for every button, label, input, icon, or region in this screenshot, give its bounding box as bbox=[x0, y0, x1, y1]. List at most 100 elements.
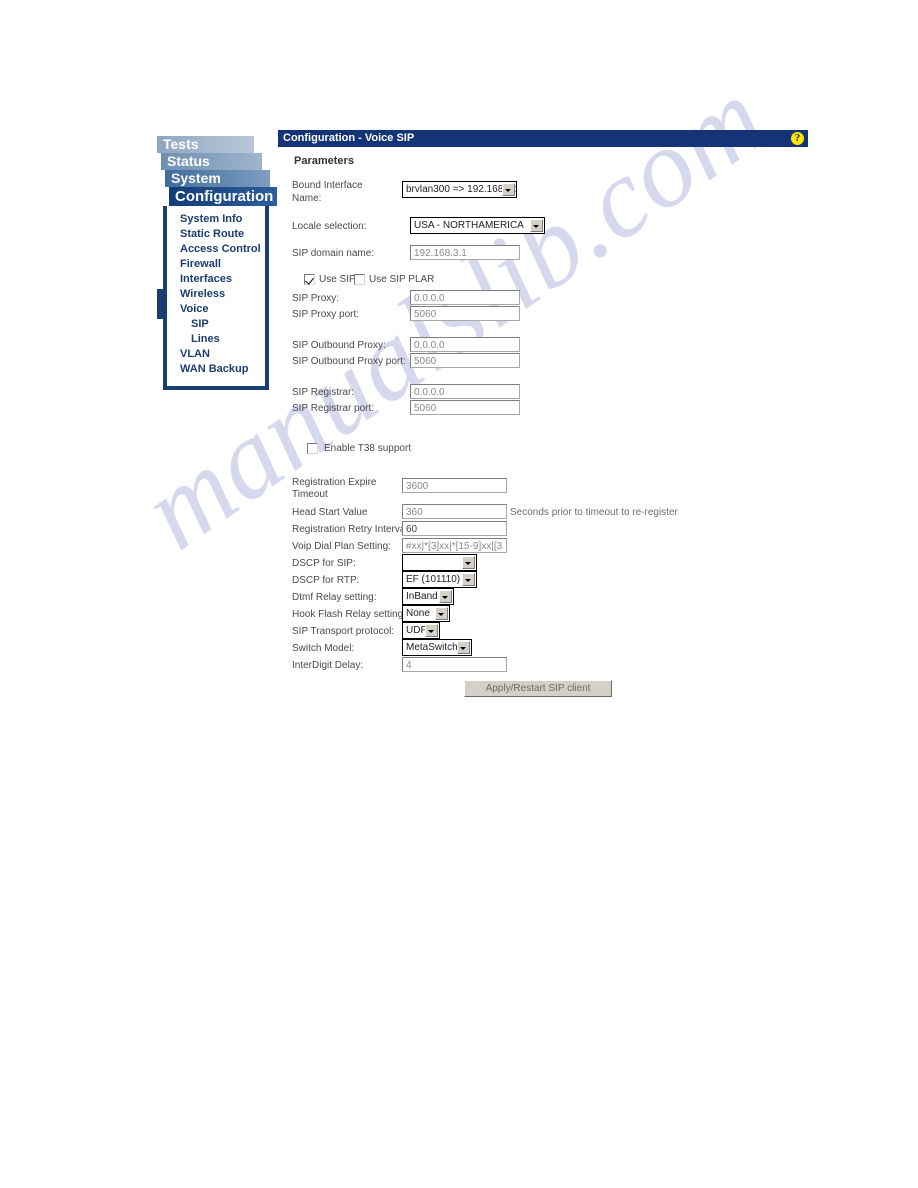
dtmf-relay-select[interactable]: InBand bbox=[402, 588, 454, 605]
interdigit-delay-label: InterDigit Delay: bbox=[292, 660, 364, 671]
sidebar-item-voice[interactable]: Voice bbox=[167, 302, 265, 317]
hook-flash-value: None bbox=[406, 608, 430, 619]
switch-model-select[interactable]: MetaSwitch bbox=[402, 639, 472, 656]
use-sip-plar-checkbox[interactable] bbox=[354, 274, 365, 285]
row-dscp-sip: DSCP for SIP: bbox=[292, 554, 808, 572]
dscp-sip-label: DSCP for SIP: bbox=[292, 558, 356, 569]
sidebar-item-wireless[interactable]: Wireless bbox=[167, 287, 265, 302]
row-sip-registrar-port: SIP Registrar port: 5060 bbox=[292, 400, 808, 416]
sidebar-item-sip[interactable]: SIP bbox=[167, 317, 265, 332]
sidebar-item-system-info[interactable]: System Info bbox=[167, 212, 265, 227]
sip-outbound-proxy-port-label: SIP Outbound Proxy port: bbox=[292, 356, 406, 367]
sip-registrar-port-label: SIP Registrar port: bbox=[292, 403, 375, 414]
sip-registrar-input[interactable]: 0.0.0.0 bbox=[410, 384, 520, 399]
chevron-down-icon[interactable] bbox=[502, 183, 515, 196]
row-sip-outbound-proxy: SIP Outbound Proxy: 0.0.0.0 bbox=[292, 337, 808, 353]
sidebar-item-interfaces[interactable]: Interfaces bbox=[167, 272, 265, 287]
sip-outbound-proxy-port-input[interactable]: 5060 bbox=[410, 353, 520, 368]
row-switch-model: Switch Model: MetaSwitch bbox=[292, 639, 808, 657]
use-sip-checkbox[interactable] bbox=[304, 274, 315, 285]
locale-select[interactable]: USA - NORTHAMERICA bbox=[410, 217, 545, 234]
bound-interface-select[interactable]: brvlan300 => 192.168.3.1 bbox=[402, 181, 517, 198]
row-sip-registrar: SIP Registrar: 0.0.0.0 bbox=[292, 384, 808, 400]
dial-plan-input[interactable]: #xx|*[3]xx|*[15-9]xx|[3 bbox=[402, 538, 507, 553]
interdigit-delay-input[interactable]: 4 bbox=[402, 657, 507, 672]
dial-plan-label: Voip Dial Plan Setting: bbox=[292, 541, 391, 552]
row-hook-flash: Hook Flash Relay setting: None bbox=[292, 605, 808, 623]
sidebar-item-lines[interactable]: Lines bbox=[167, 332, 265, 347]
chevron-down-icon[interactable] bbox=[462, 556, 475, 569]
use-sip-plar-label: Use SIP PLAR bbox=[369, 274, 435, 285]
section-heading: Parameters bbox=[294, 155, 354, 167]
sip-transport-label: SIP Transport protocol: bbox=[292, 626, 395, 637]
dscp-rtp-value: EF (101110) bbox=[406, 574, 461, 585]
switch-model-label: Switch Model: bbox=[292, 643, 355, 654]
hook-flash-label: Hook Flash Relay setting: bbox=[292, 609, 406, 620]
form-body: Parameters Bound Interface Name: brvlan3… bbox=[278, 147, 808, 697]
head-start-label: Head Start Value bbox=[292, 507, 368, 518]
switch-model-value: MetaSwitch bbox=[406, 642, 458, 653]
row-dial-plan: Voip Dial Plan Setting: #xx|*[3]xx|*[15-… bbox=[292, 538, 808, 555]
row-sip-domain: SIP domain name: 192.168.3.1 bbox=[292, 245, 808, 269]
bound-interface-label-line2: Name: bbox=[292, 193, 322, 204]
retry-interval-input[interactable]: 60 bbox=[402, 521, 507, 536]
dtmf-relay-value: InBand bbox=[406, 591, 438, 602]
sidebar-item-firewall[interactable]: Firewall bbox=[167, 257, 265, 272]
row-bound-interface: Bound Interface Name: brvlan300 => 192.1… bbox=[292, 179, 808, 209]
sip-proxy-label: SIP Proxy: bbox=[292, 293, 340, 304]
row-sip-outbound-proxy-port: SIP Outbound Proxy port: 5060 bbox=[292, 353, 808, 369]
row-interdigit-delay: InterDigit Delay: 4 bbox=[292, 657, 808, 674]
head-start-input[interactable]: 360 bbox=[402, 504, 507, 519]
sip-transport-select[interactable]: UDP bbox=[402, 622, 440, 639]
row-retry-interval: Registration Retry Interval 60 bbox=[292, 521, 808, 538]
row-registration-expire: Registration Expire Timeout 3600 bbox=[292, 476, 808, 504]
chevron-down-icon[interactable] bbox=[457, 641, 470, 654]
apply-restart-sip-client-button[interactable]: Apply/Restart SIP client bbox=[464, 680, 612, 697]
registration-expire-input[interactable]: 3600 bbox=[402, 478, 507, 493]
nav-tab-status[interactable]: Status bbox=[161, 153, 262, 170]
sip-proxy-input[interactable]: 0.0.0.0 bbox=[410, 290, 520, 305]
sidebar-item-static-route[interactable]: Static Route bbox=[167, 227, 265, 242]
row-sip-proxy-port: SIP Proxy port: 5060 bbox=[292, 306, 808, 322]
head-start-note: Seconds prior to timeout to re-register bbox=[510, 507, 678, 518]
enable-t38-checkbox[interactable] bbox=[307, 443, 318, 454]
sip-domain-input[interactable]: 192.168.3.1 bbox=[410, 245, 520, 260]
sip-registrar-port-input[interactable]: 5060 bbox=[410, 400, 520, 415]
sip-outbound-proxy-label: SIP Outbound Proxy: bbox=[292, 340, 386, 351]
chevron-down-icon[interactable] bbox=[425, 624, 438, 637]
sip-transport-value: UDP bbox=[406, 625, 428, 636]
bound-interface-label-line1: Bound Interface bbox=[292, 180, 363, 191]
sip-proxy-port-input[interactable]: 5060 bbox=[410, 306, 520, 321]
dscp-rtp-select[interactable]: EF (101110) bbox=[402, 571, 477, 588]
retry-interval-label: Registration Retry Interval bbox=[292, 524, 408, 535]
sidebar-item-wan-backup[interactable]: WAN Backup bbox=[167, 362, 265, 377]
sidebar-menu-panel: System Info Static Route Access Control … bbox=[157, 206, 269, 390]
chevron-down-icon[interactable] bbox=[435, 607, 448, 620]
row-sip-proxy: SIP Proxy: 0.0.0.0 bbox=[292, 290, 808, 306]
use-sip-label: Use SIP bbox=[319, 274, 356, 285]
page-title: Configuration - Voice SIP bbox=[283, 132, 415, 144]
chevron-down-icon[interactable] bbox=[530, 219, 543, 232]
chevron-down-icon[interactable] bbox=[462, 573, 475, 586]
sidebar-navigation: Tests Status System Configuration System… bbox=[157, 136, 277, 390]
chevron-down-icon[interactable] bbox=[439, 590, 452, 603]
sip-proxy-port-label: SIP Proxy port: bbox=[292, 309, 360, 320]
nav-tab-configuration[interactable]: Configuration bbox=[169, 187, 277, 206]
content-panel: Configuration - Voice SIP ? Parameters B… bbox=[278, 130, 808, 697]
sip-registrar-label: SIP Registrar: bbox=[292, 387, 355, 398]
nav-tab-system[interactable]: System bbox=[165, 170, 270, 187]
panel-title-bar: Configuration - Voice SIP ? bbox=[278, 130, 808, 147]
dscp-rtp-label: DSCP for RTP: bbox=[292, 575, 360, 586]
nav-tab-tests[interactable]: Tests bbox=[157, 136, 254, 153]
row-locale: Locale selection: USA - NORTHAMERICA bbox=[292, 217, 808, 241]
row-sip-checkboxes: Use SIP Use SIP PLAR bbox=[292, 274, 808, 290]
help-icon[interactable]: ? bbox=[791, 132, 804, 145]
sidebar-item-access-control[interactable]: Access Control bbox=[167, 242, 265, 257]
sip-outbound-proxy-input[interactable]: 0.0.0.0 bbox=[410, 337, 520, 352]
sip-domain-label: SIP domain name: bbox=[292, 248, 375, 259]
hook-flash-select[interactable]: None bbox=[402, 605, 450, 622]
dscp-sip-select[interactable] bbox=[402, 554, 477, 571]
locale-value: USA - NORTHAMERICA bbox=[414, 220, 524, 231]
sidebar-item-vlan[interactable]: VLAN bbox=[167, 347, 265, 362]
registration-expire-label-line2: Timeout bbox=[292, 489, 328, 500]
